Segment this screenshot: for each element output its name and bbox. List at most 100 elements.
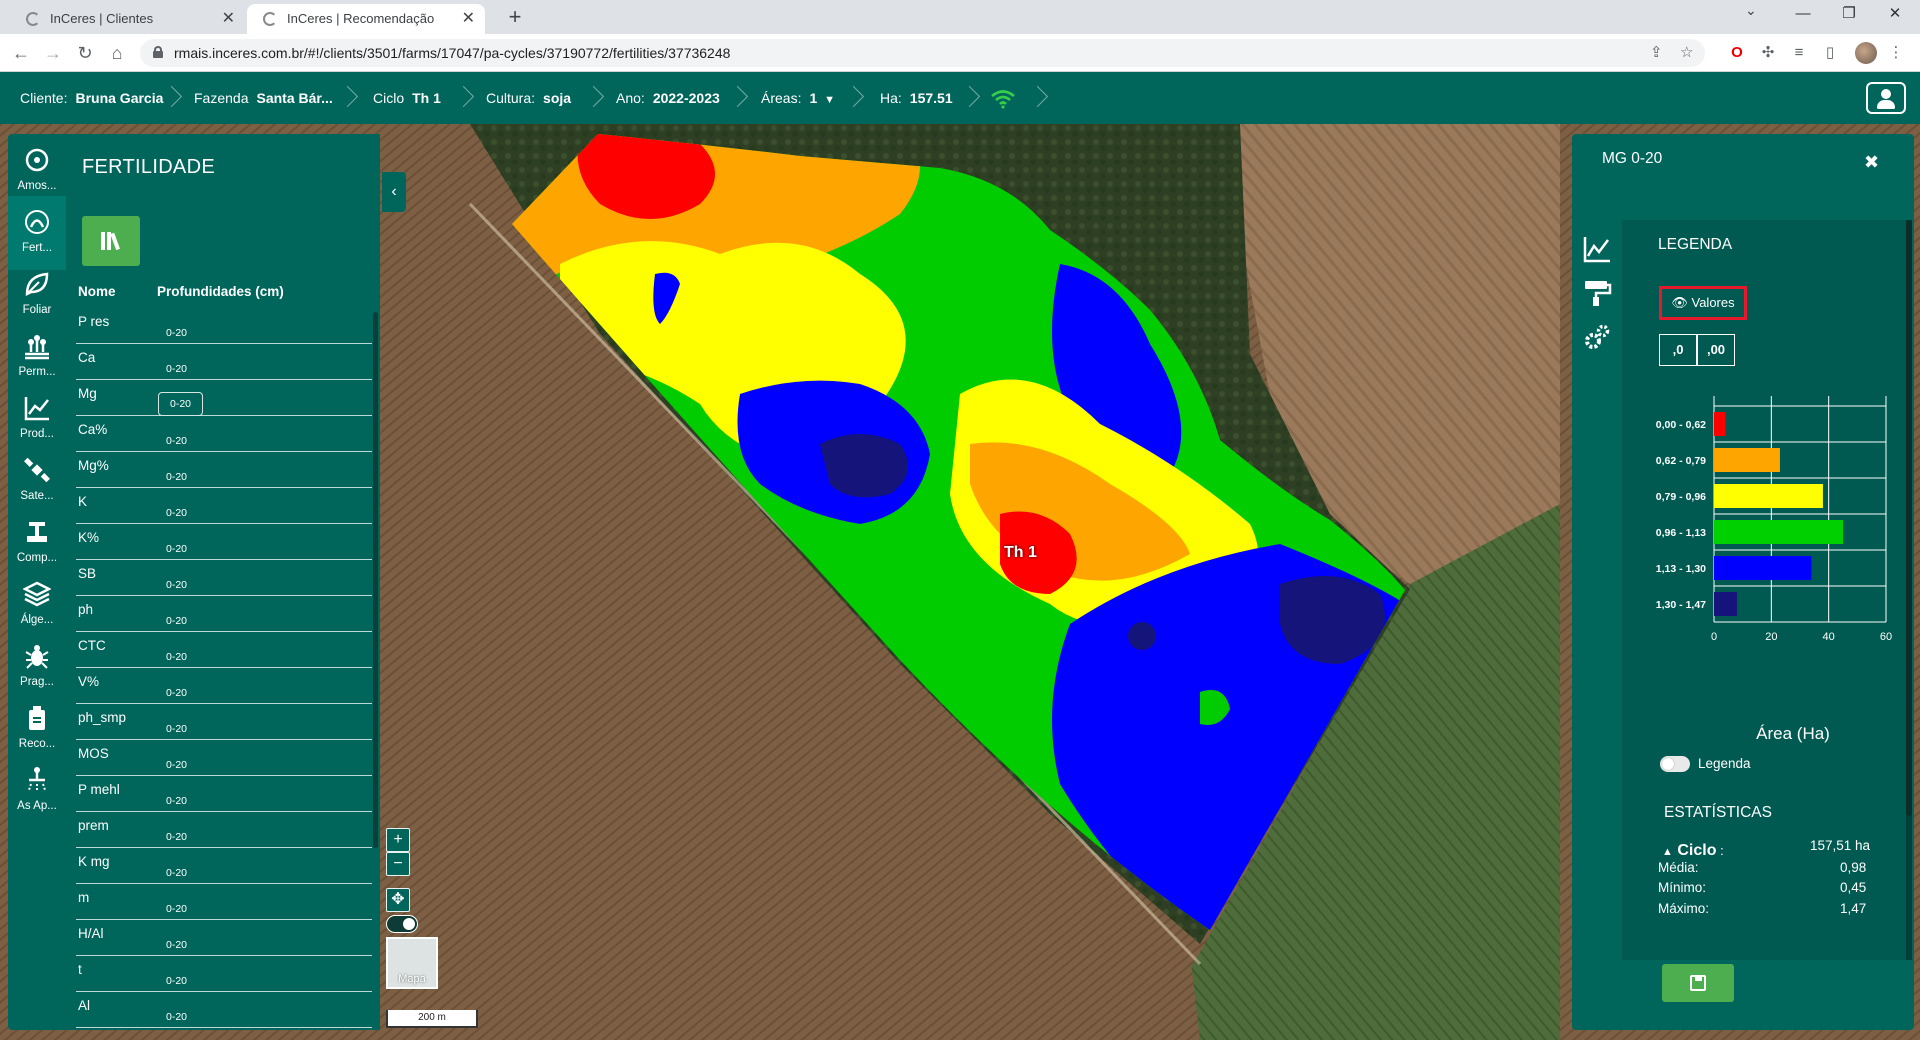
depth-chip[interactable]: 0-20 (158, 432, 195, 450)
zoom-in-button[interactable]: + (386, 828, 410, 852)
compaction-icon (27, 522, 47, 542)
attribute-row[interactable]: K% 0-20 (76, 524, 372, 560)
ciclo-stat-label[interactable]: ▲ Ciclo : (1662, 842, 1724, 860)
depth-chip[interactable]: 0-20 (158, 392, 204, 416)
home-icon[interactable]: ⌂ (104, 40, 130, 66)
bookmark-star-icon[interactable]: ☆ (1680, 43, 1693, 61)
layers-library-button[interactable] (82, 216, 140, 266)
address-bar[interactable]: rmais.inceres.com.br/#!/clients/3501/far… (140, 39, 1705, 67)
save-button[interactable] (1662, 964, 1734, 1002)
side-panel-icon[interactable]: ▯ (1820, 43, 1840, 63)
line-chart-icon[interactable] (1582, 234, 1612, 264)
user-profile-button[interactable] (1866, 82, 1906, 114)
attribute-row[interactable]: prem 0-20 (76, 812, 372, 848)
attribute-row[interactable]: Mg 0-20 (76, 380, 372, 416)
close-icon[interactable]: ✕ (222, 4, 235, 34)
depth-chip[interactable]: 0-20 (158, 612, 195, 630)
depth-chip[interactable]: 0-20 (158, 468, 195, 486)
depth-chip[interactable]: 0-20 (158, 720, 195, 738)
browser-tabbar: InCeres | Clientes ✕ InCeres | Recomenda… (0, 0, 1920, 34)
depth-chip[interactable]: 0-20 (158, 864, 195, 882)
decrease-decimals-button[interactable]: ,0 (1659, 334, 1697, 366)
fertility-panel: FERTILIDADE Nome Profundidades (cm) P re… (66, 134, 380, 1030)
close-icon[interactable]: ✕ (462, 4, 475, 34)
legend-panel-tabs (1572, 220, 1622, 960)
attribute-row[interactable]: SB 0-20 (76, 560, 372, 596)
attribute-row[interactable]: Ca 0-20 (76, 344, 372, 380)
attribute-row[interactable]: CTC 0-20 (76, 632, 372, 668)
column-header-name: Nome (78, 284, 116, 299)
rail-item-sprayer[interactable]: As Ap... (8, 754, 66, 828)
tab-search-chevron-icon[interactable]: ⌄ (1745, 2, 1757, 19)
close-icon[interactable]: ✖ (1864, 152, 1879, 173)
kebab-menu-icon[interactable]: ⋮ (1886, 43, 1906, 63)
forward-arrow-icon[interactable]: → (40, 40, 66, 66)
minimo-stat-value: 0,45 (1840, 880, 1867, 895)
attribute-row[interactable]: P res 0-20 (76, 308, 372, 344)
legend-toggle[interactable] (1660, 756, 1690, 772)
breadcrumb-ciclo[interactable]: Ciclo Th 1 (373, 72, 441, 124)
breadcrumb-cultura[interactable]: Cultura: soja (486, 72, 571, 124)
depth-chip[interactable]: 0-20 (158, 324, 195, 342)
collapse-panel-chevron-left-icon[interactable]: ‹ (382, 172, 406, 212)
attribute-row[interactable]: ph 0-20 (76, 596, 372, 632)
reading-list-icon[interactable]: ≡ (1789, 43, 1809, 63)
depth-chip[interactable]: 0-20 (158, 900, 195, 918)
back-arrow-icon[interactable]: ← (8, 40, 34, 66)
zoom-out-button[interactable]: − (386, 852, 410, 876)
url-text[interactable]: rmais.inceres.com.br/#!/clients/3501/far… (174, 39, 730, 67)
chart-bar (1714, 592, 1737, 616)
legend-toggle-label: Legenda (1698, 756, 1751, 771)
attribute-row[interactable]: K 0-20 (76, 488, 372, 524)
depth-chip[interactable]: 0-20 (158, 972, 195, 990)
move-arrows-icon[interactable]: ✥ (386, 888, 410, 912)
attribute-row[interactable]: P mehl 0-20 (76, 776, 372, 812)
browser-tab-recomendacao[interactable]: InCeres | Recomendação ✕ (247, 4, 485, 34)
attribute-row[interactable]: H/Al 0-20 (76, 920, 372, 956)
attribute-row[interactable]: Ca% 0-20 (76, 416, 372, 452)
basemap-thumbnail[interactable]: Mapa (386, 937, 438, 989)
depth-chip[interactable]: 0-20 (158, 504, 195, 522)
browser-tab-clientes[interactable]: InCeres | Clientes ✕ (10, 4, 245, 34)
paint-roller-icon[interactable] (1582, 278, 1612, 308)
increase-decimals-button[interactable]: ,00 (1697, 334, 1735, 366)
depth-chip[interactable]: 0-20 (158, 648, 195, 666)
attribute-row[interactable]: MOS 0-20 (76, 740, 372, 776)
panel-scrollbar[interactable] (373, 312, 378, 848)
breadcrumb-ano[interactable]: Ano: 2022-2023 (616, 72, 720, 124)
share-icon[interactable]: ⇪ (1650, 43, 1663, 61)
attribute-row[interactable]: Mg% 0-20 (76, 452, 372, 488)
attribute-row[interactable]: V% 0-20 (76, 668, 372, 704)
extensions-puzzle-icon[interactable]: ✣ (1758, 43, 1778, 63)
depth-chip[interactable]: 0-20 (158, 540, 195, 558)
depth-chip[interactable]: 0-20 (158, 936, 195, 954)
depth-chip[interactable]: 0-20 (158, 1008, 195, 1026)
gears-icon[interactable] (1582, 322, 1612, 352)
profile-avatar[interactable] (1855, 42, 1877, 64)
inceres-favicon-icon (263, 12, 277, 26)
depth-chip[interactable]: 0-20 (158, 828, 195, 846)
depth-chip[interactable]: 0-20 (158, 756, 195, 774)
areas-dropdown[interactable]: Áreas: 1 ▼ (761, 72, 835, 124)
depth-chip[interactable]: 0-20 (158, 360, 195, 378)
app-header: Cliente: Bruna Garcia Fazenda Santa Bár...… (0, 72, 1920, 124)
restore-icon[interactable]: ❐ (1826, 0, 1872, 30)
window-close-icon[interactable]: ✕ (1872, 0, 1918, 30)
attribute-row[interactable]: K mg 0-20 (76, 848, 372, 884)
legend-panel-scrollbar[interactable] (1906, 220, 1912, 960)
depth-chip[interactable]: 0-20 (158, 792, 195, 810)
breadcrumb-cliente[interactable]: Cliente: Bruna Garcia (20, 72, 163, 124)
map-layer-toggle[interactable] (386, 915, 418, 933)
attribute-row[interactable]: ph_smp 0-20 (76, 704, 372, 740)
attribute-row[interactable]: m 0-20 (76, 884, 372, 920)
new-tab-plus-icon[interactable]: + (500, 4, 530, 30)
attribute-row[interactable]: Al 0-20 (76, 992, 372, 1028)
reload-icon[interactable]: ↻ (72, 40, 98, 66)
opera-icon[interactable]: O (1727, 43, 1747, 63)
attribute-row[interactable]: t 0-20 (76, 956, 372, 992)
depth-chip[interactable]: 0-20 (158, 576, 195, 594)
breadcrumb-fazenda[interactable]: Fazenda Santa Bár... (194, 72, 333, 124)
depth-chip[interactable]: 0-20 (158, 684, 195, 702)
minimize-icon[interactable]: — (1780, 0, 1826, 30)
valores-button[interactable]: 👁 Valores (1659, 286, 1747, 320)
